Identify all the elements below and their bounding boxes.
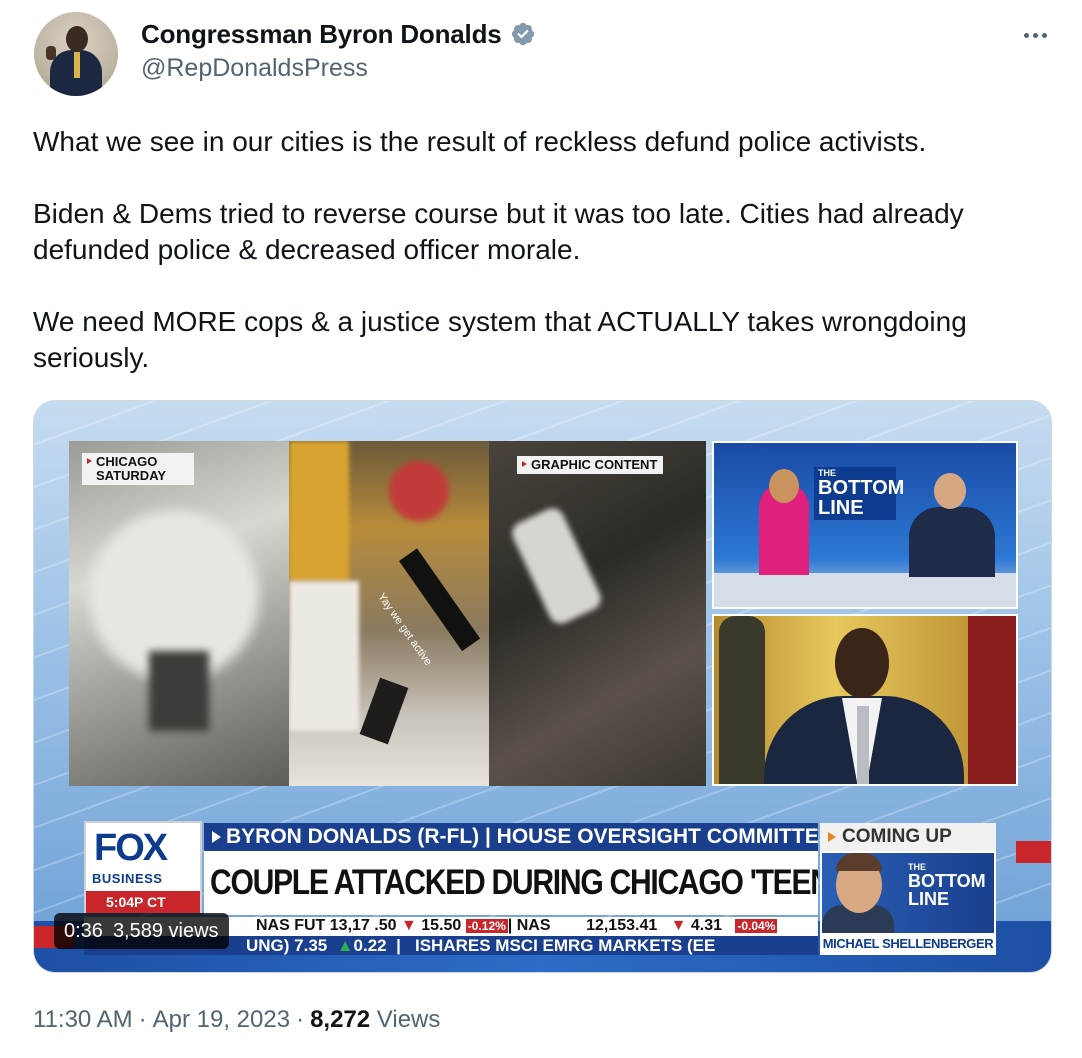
lower-third-headline: COUPLE ATTACKED DURING CHICAGO 'TEEN TAK…	[204, 851, 818, 915]
broadcast-time: 5:04P CT	[86, 891, 200, 913]
video-panel-left	[69, 441, 289, 786]
lower-third-subtitle: BYRON DONALDS (R-FL) | HOUSE OVERSIGHT C…	[204, 823, 818, 851]
video-duration: 0:36	[64, 919, 103, 942]
avatar-tie	[74, 52, 80, 78]
verified-badge-icon[interactable]	[510, 21, 536, 47]
video-panel-middle: Yay we get active	[289, 441, 489, 786]
tweet: Congressman Byron Donalds @RepDonaldsPre…	[0, 0, 1082, 1058]
tweet-meta: 11:30 AM · Apr 19, 2023 · 8,272 Views	[33, 1006, 441, 1033]
views-label: Views	[376, 1006, 441, 1033]
author-name-row: Congressman Byron Donalds	[141, 18, 536, 50]
avatar-head	[66, 26, 88, 52]
coming-up-guest: MICHAEL SHELLENBERGER	[822, 933, 994, 953]
tweet-paragraph: We need MORE cops & a justice system tha…	[33, 306, 967, 373]
display-name[interactable]: Congressman Byron Donalds	[141, 19, 502, 50]
video-duration-badge: 0:36 3,589 views	[54, 913, 229, 949]
avatar-hand	[46, 46, 56, 60]
tweet-date[interactable]: Apr 19, 2023	[153, 1006, 290, 1033]
guest-panel	[712, 614, 1018, 786]
bottom-line-logo: THE BOTTOM LINE	[908, 862, 986, 909]
graphic-content-tag: GRAPHIC CONTENT	[517, 456, 664, 474]
more-options-icon[interactable]	[1020, 26, 1050, 44]
video-panel-right	[489, 441, 706, 786]
video-views: 3,589 views	[112, 919, 219, 942]
red-accent	[1016, 841, 1051, 863]
coming-up-label: COMING UP	[820, 823, 996, 851]
bottom-line-logo: THE BOTTOM LINE	[814, 467, 904, 520]
avatar[interactable]	[34, 12, 118, 96]
fox-business-logo: FOX BUSINESS 5:04P CT	[84, 821, 202, 913]
views-count: 8,272	[310, 1006, 371, 1033]
chicago-saturday-tag: CHICAGO SATURDAY	[82, 453, 194, 485]
author-handle[interactable]: @RepDonaldsPress	[141, 54, 368, 83]
tweet-paragraph: What we see in our cities is the result …	[33, 126, 927, 157]
tweet-paragraph: Biden & Dems tried to reverse course but…	[33, 198, 964, 265]
studio-anchors-panel: THE BOTTOM LINE	[712, 441, 1018, 609]
video-player[interactable]: Yay we get active CHICAGO SATURDAY GRAPH…	[33, 400, 1052, 973]
tweet-time[interactable]: 11:30 AM	[33, 1006, 133, 1033]
coming-up-panel: THE BOTTOM LINE MICHAEL SHELLENBERGER	[820, 851, 996, 955]
tweet-text: What we see in our cities is the result …	[33, 124, 1053, 376]
